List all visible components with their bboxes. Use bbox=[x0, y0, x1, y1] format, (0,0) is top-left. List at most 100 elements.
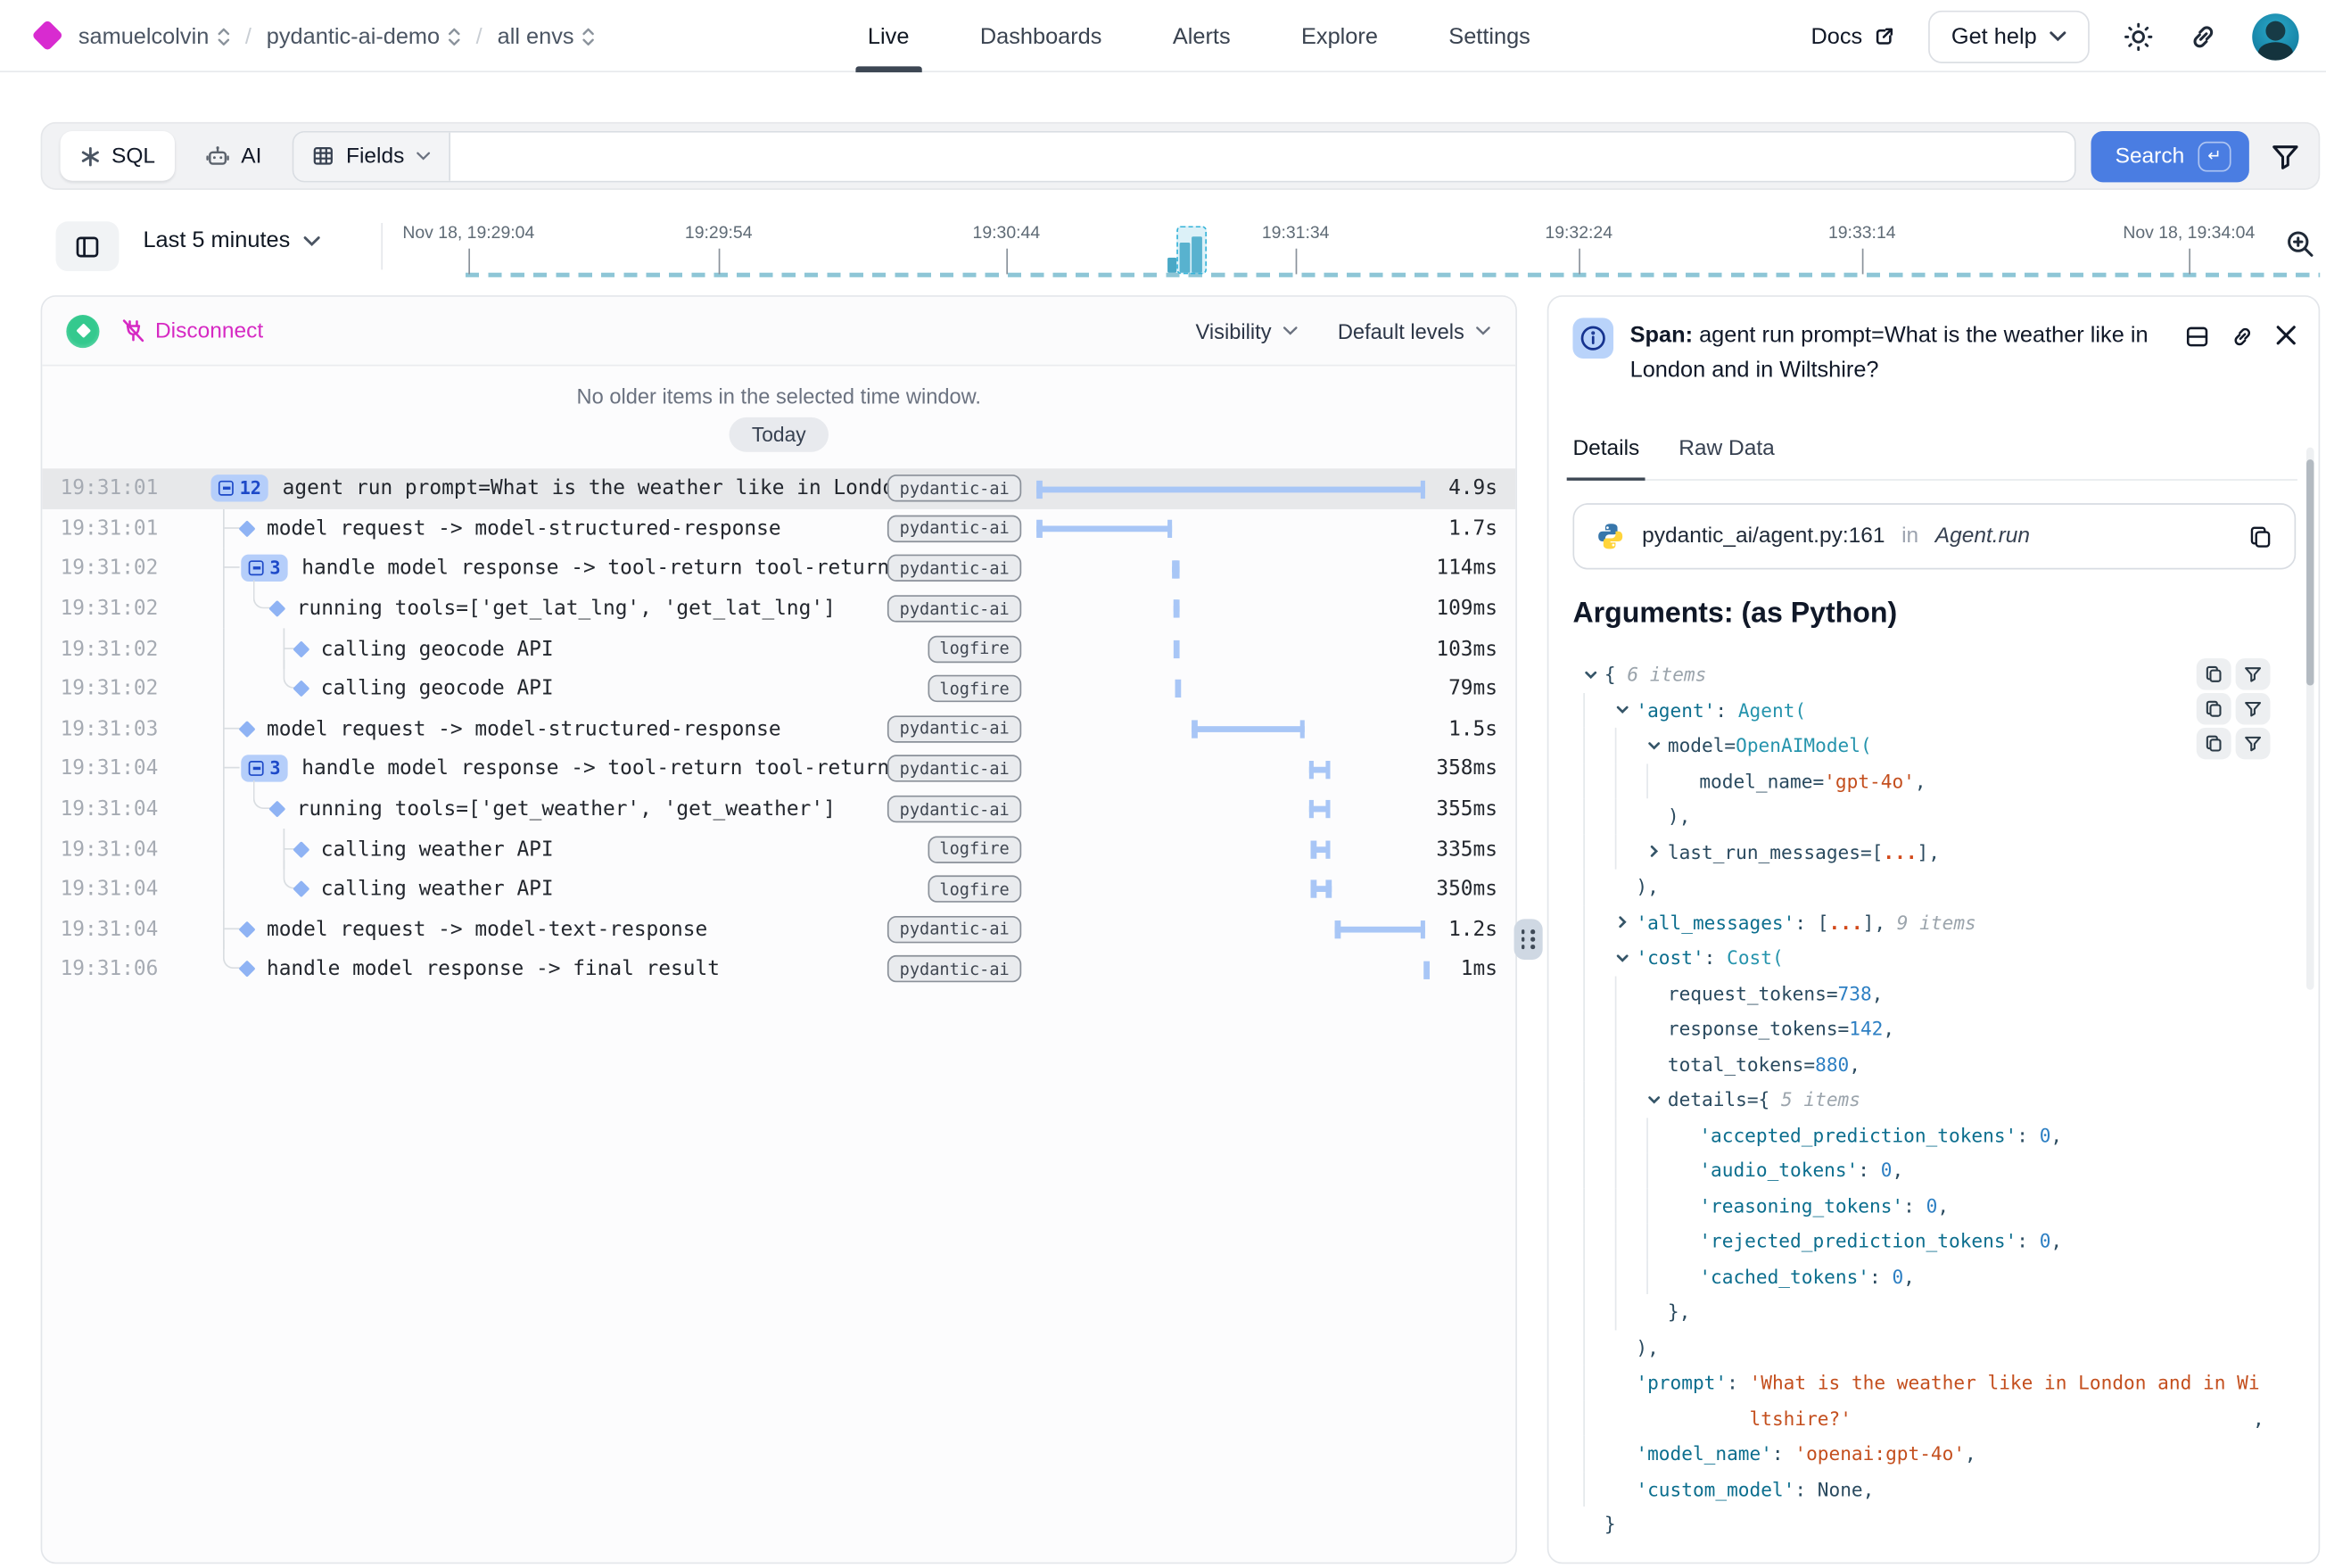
filter-funnel-icon[interactable] bbox=[2271, 141, 2301, 171]
tab-dashboards[interactable]: Dashboards bbox=[980, 0, 1102, 72]
tab-explore[interactable]: Explore bbox=[1301, 0, 1378, 72]
filter-funnel-icon[interactable] bbox=[2236, 658, 2271, 689]
scope-tag[interactable]: pydantic-ai bbox=[887, 956, 1021, 983]
collapse-badge[interactable]: 3 bbox=[241, 755, 288, 782]
scope-tag[interactable]: pydantic-ai bbox=[887, 715, 1021, 742]
share-link-icon[interactable] bbox=[2188, 21, 2219, 52]
trace-row[interactable]: 19:31:03model request -> model-structure… bbox=[42, 709, 1515, 749]
docs-link[interactable]: Docs bbox=[1810, 23, 1895, 49]
get-help-button[interactable]: Get help bbox=[1929, 10, 2090, 62]
scope-tag[interactable]: pydantic-ai bbox=[887, 595, 1021, 622]
scrollbar-thumb[interactable] bbox=[2306, 459, 2314, 685]
trace-row[interactable]: 19:31:04running tools=['get_weather', 'g… bbox=[42, 789, 1515, 829]
span-diamond-icon bbox=[241, 963, 253, 976]
collapse-badge[interactable]: 3 bbox=[241, 555, 288, 582]
trace-row[interactable]: 19:31:01model request -> model-structure… bbox=[42, 508, 1515, 549]
copy-icon[interactable] bbox=[2197, 693, 2231, 724]
filter-funnel-icon[interactable] bbox=[2236, 693, 2271, 724]
user-avatar[interactable] bbox=[2252, 12, 2298, 59]
trace-row[interactable]: 19:31:02calling geocode APIlogfire103ms bbox=[42, 629, 1515, 669]
timeline-tick-label: Nov 18, 19:29:04 bbox=[402, 225, 534, 243]
gantt-bar bbox=[1308, 806, 1330, 813]
scope-tag[interactable]: pydantic-ai bbox=[887, 916, 1021, 943]
split-panel-icon[interactable] bbox=[2184, 324, 2210, 350]
scope-tag[interactable]: logfire bbox=[928, 675, 1021, 702]
trace-row[interactable]: 19:31:06handle model response -> final r… bbox=[42, 949, 1515, 989]
trace-row[interactable]: 19:31:04calling weather APIlogfire350ms bbox=[42, 870, 1515, 910]
timeline-selection[interactable] bbox=[1176, 226, 1207, 274]
scope-tag[interactable]: logfire bbox=[928, 635, 1021, 662]
trace-list-panel: Disconnect Visibility Default levels No … bbox=[41, 295, 1517, 1564]
disconnect-button[interactable]: Disconnect bbox=[120, 318, 263, 343]
code-line: ), bbox=[1568, 1330, 2273, 1366]
scope-tag[interactable]: pydantic-ai bbox=[887, 755, 1021, 782]
breadcrumb-item[interactable]: samuelcolvin bbox=[78, 23, 230, 49]
sidebar-toggle-button[interactable] bbox=[55, 221, 119, 271]
sql-mode-toggle[interactable]: SQL bbox=[61, 131, 175, 181]
code-line: ), bbox=[1568, 798, 2273, 834]
gantt-track bbox=[1036, 829, 1431, 870]
trace-row[interactable]: 19:31:0112agent run prompt=What is the w… bbox=[42, 468, 1515, 508]
copy-icon[interactable] bbox=[2197, 658, 2231, 689]
visibility-dropdown[interactable]: Visibility bbox=[1196, 318, 1299, 342]
scope-tag[interactable]: pydantic-ai bbox=[887, 515, 1021, 541]
breadcrumb-label: pydantic-ai-demo bbox=[267, 23, 440, 49]
tab-live[interactable]: Live bbox=[868, 0, 910, 72]
copy-icon[interactable] bbox=[2197, 728, 2231, 759]
code-line: total_tokens=880, bbox=[1568, 1046, 2273, 1082]
query-input-group: Fields bbox=[292, 130, 2075, 181]
gantt-track bbox=[1036, 508, 1431, 549]
source-location-card[interactable]: pydantic_ai/agent.py:161 in Agent.run bbox=[1572, 503, 2296, 569]
trace-label: running tools=['get_weather', 'get_weath… bbox=[297, 797, 887, 821]
search-input[interactable] bbox=[451, 132, 2074, 180]
ai-mode-toggle[interactable]: AI bbox=[190, 131, 276, 181]
collapse-chevron-icon[interactable] bbox=[1646, 728, 1668, 763]
code-line: } bbox=[1568, 1506, 2273, 1542]
breadcrumb-item[interactable]: pydantic-ai-demo bbox=[267, 23, 461, 49]
collapse-chevron-icon[interactable] bbox=[1646, 1082, 1668, 1118]
tab-alerts[interactable]: Alerts bbox=[1173, 0, 1231, 72]
today-button[interactable]: Today bbox=[730, 417, 829, 452]
time-range-dropdown[interactable]: Last 5 minutes bbox=[143, 227, 320, 253]
trace-row[interactable]: 19:31:02running tools=['get_lat_lng', 'g… bbox=[42, 589, 1515, 629]
span-detail-header: Span: agent run prompt=What is the weath… bbox=[1572, 318, 2297, 387]
expand-chevron-icon[interactable] bbox=[1646, 834, 1668, 870]
trace-row[interactable]: 19:31:02calling geocode APIlogfire79ms bbox=[42, 669, 1515, 709]
fields-button[interactable]: Fields bbox=[293, 132, 451, 180]
logfire-logo-icon[interactable] bbox=[31, 20, 63, 52]
theme-toggle-sun-icon[interactable] bbox=[2123, 21, 2154, 52]
timeline[interactable]: Nov 18, 19:29:0419:29:5419:30:4419:31:34… bbox=[381, 214, 2320, 280]
copy-icon[interactable] bbox=[2248, 524, 2273, 549]
collapse-badge[interactable]: 12 bbox=[210, 475, 268, 502]
trace-duration: 350ms bbox=[1431, 877, 1516, 901]
trace-row[interactable]: 19:31:04calling weather APIlogfire335ms bbox=[42, 829, 1515, 870]
breadcrumb-item[interactable]: all envs bbox=[498, 23, 596, 49]
collapse-chevron-icon[interactable] bbox=[1583, 656, 1604, 692]
detail-tab-details[interactable]: Details bbox=[1572, 437, 1639, 479]
span-detail-panel: Span: agent run prompt=What is the weath… bbox=[1547, 295, 2321, 1564]
expand-chevron-icon[interactable] bbox=[1615, 904, 1637, 940]
timeline-tick-mark bbox=[468, 249, 470, 275]
timeline-zoom-icon[interactable] bbox=[2284, 227, 2317, 260]
scope-tag[interactable]: logfire bbox=[928, 836, 1021, 862]
nav-right: Docs Get help bbox=[1810, 0, 2298, 72]
code-line: ltshire?', bbox=[1568, 1400, 2273, 1436]
scope-tag[interactable]: pydantic-ai bbox=[887, 796, 1021, 822]
close-icon[interactable] bbox=[2275, 324, 2297, 346]
detail-tab-raw-data[interactable]: Raw Data bbox=[1679, 437, 1775, 479]
scope-tag[interactable]: pydantic-ai bbox=[887, 555, 1021, 582]
scope-tag[interactable]: logfire bbox=[928, 876, 1021, 903]
panel-resize-handle[interactable] bbox=[1514, 919, 1543, 960]
collapse-chevron-icon[interactable] bbox=[1615, 692, 1637, 728]
filter-funnel-icon[interactable] bbox=[2236, 728, 2271, 759]
default-levels-dropdown[interactable]: Default levels bbox=[1338, 318, 1491, 342]
collapse-chevron-icon[interactable] bbox=[1615, 940, 1637, 976]
tab-settings[interactable]: Settings bbox=[1448, 0, 1530, 72]
code-line: 'custom_model': None, bbox=[1568, 1471, 2273, 1506]
trace-row[interactable]: 19:31:04model request -> model-text-resp… bbox=[42, 909, 1515, 949]
gantt-track bbox=[1036, 468, 1431, 508]
code-line: last_run_messages=[...], bbox=[1568, 834, 2273, 870]
search-button[interactable]: Search ↵ bbox=[2091, 130, 2249, 181]
scope-tag[interactable]: pydantic-ai bbox=[887, 475, 1021, 502]
copy-link-icon[interactable] bbox=[2230, 324, 2256, 350]
